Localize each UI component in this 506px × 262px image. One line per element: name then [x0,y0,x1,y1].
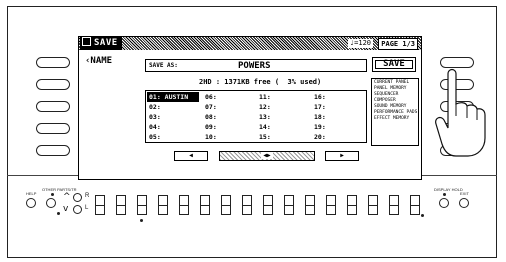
fader-10[interactable] [284,195,294,215]
fader-15[interactable] [389,195,399,215]
display-hold-label: DISPLAY HOLD [434,187,463,192]
page-led [421,214,424,217]
save-as-field[interactable]: SAVE AS: POWERS [145,59,367,72]
right-triangle-icon: ▶ [340,152,344,159]
other-parts-led [51,193,54,196]
scroll-bar[interactable]: ◀▶ [219,151,315,161]
file-slot[interactable]: 20: [312,132,364,142]
part-button-lower[interactable] [73,205,82,214]
up-caret-icon: ^ [63,192,71,202]
exit-button[interactable] [459,198,469,208]
fader-2[interactable] [116,195,126,215]
file-slot[interactable]: 09: [203,122,255,132]
file-slot[interactable]: 07: [203,102,255,112]
tempo-display: ♩=120 [347,39,373,48]
other-parts-label: OTHER PARTS/TR [42,187,77,192]
data-type-list: CURRENT PANEL PANEL MEMORY SEQUENCER COM… [371,78,419,146]
save-button-label: SAVE [383,59,405,69]
scroll-arrows-icon: ◀▶ [261,152,273,159]
fader-11[interactable] [305,195,315,215]
fader-6[interactable] [200,195,210,215]
file-slot[interactable]: 05: [147,132,199,142]
file-slot[interactable]: 18: [312,112,364,122]
fader-14[interactable] [368,195,378,215]
right-part-label: R [85,193,90,199]
fader-4[interactable] [158,195,168,215]
disk-icon [82,37,91,46]
screen-title-text: SAVE [94,38,118,48]
fader-13[interactable] [347,195,357,215]
file-slot[interactable]: 15: [257,132,309,142]
page-next-button[interactable]: ▶ [325,151,359,161]
fader-led [140,219,143,222]
left-soft-button-3[interactable] [36,101,70,112]
help-label: HELP [26,191,37,196]
other-parts-led-2 [57,212,60,215]
file-slot[interactable]: 17: [312,102,364,112]
fader-16[interactable] [410,195,420,215]
help-button[interactable] [26,198,36,208]
name-label-text: NAME [90,56,113,66]
down-caret-icon: v [63,204,69,214]
file-slot[interactable]: 12: [257,102,309,112]
file-slot[interactable]: 01: AUSTIN [147,92,199,102]
disk-info: 2HD : 1371KB free ( 3% used) [199,78,322,86]
left-soft-button-5[interactable] [36,145,70,156]
fader-9[interactable] [263,195,273,215]
save-button[interactable]: SAVE [372,57,416,72]
page-prev-button[interactable]: ◀ [174,151,208,161]
filename-value: POWERS [238,61,271,71]
pointing-hand-icon [435,68,486,157]
fader-3[interactable] [137,195,147,215]
fader-12[interactable] [326,195,336,215]
screen-title: SAVE [80,37,122,50]
name-label[interactable]: ‹NAME [85,56,112,66]
file-slot[interactable]: 19: [312,122,364,132]
display-hold-led [443,193,446,196]
part-button-upper[interactable] [73,193,82,202]
fader-5[interactable] [179,195,189,215]
fader-8[interactable] [242,195,252,215]
file-slot[interactable]: 16: [312,92,364,102]
file-slot[interactable]: 13: [257,112,309,122]
exit-label: EXIT [460,191,469,196]
file-slot-grid: 01: AUSTIN 02: 03: 04: 05: 06: 07: 08: 0… [145,90,367,143]
lower-part-label: L [85,205,89,211]
other-parts-button[interactable] [46,198,56,208]
left-soft-button-4[interactable] [36,123,70,134]
page-indicator: PAGE 1/3 [378,38,418,50]
left-soft-button-2[interactable] [36,79,70,90]
fader-1[interactable] [95,195,105,215]
data-type-item: EFFECT MEMORY [374,116,410,121]
file-slot[interactable]: 03: [147,112,199,122]
file-slot[interactable]: 06: [203,92,255,102]
left-triangle-icon: ◀ [189,152,193,159]
file-slot[interactable]: 10: [203,132,255,142]
lcd-screen: SAVE ♩=120 PAGE 1/3 ‹NAME SAVE AS: POWER… [78,36,422,180]
fader-7[interactable] [221,195,231,215]
save-as-label: SAVE AS: [149,62,178,69]
display-hold-button[interactable] [439,198,449,208]
file-slot[interactable]: 14: [257,122,309,132]
file-slot[interactable]: 11: [257,92,309,102]
file-slot[interactable]: 02: [147,102,199,112]
file-slot[interactable]: 04: [147,122,199,132]
left-soft-button-1[interactable] [36,57,70,68]
file-slot[interactable]: 08: [203,112,255,122]
